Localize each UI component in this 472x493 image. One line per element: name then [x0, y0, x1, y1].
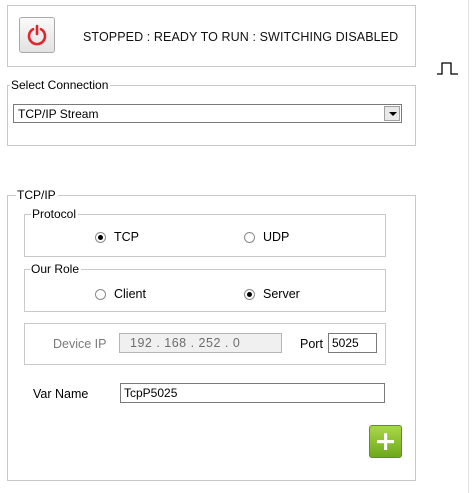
radio-server[interactable]: Server [244, 287, 300, 301]
radio-udp[interactable]: UDP [244, 230, 289, 244]
role-group-label: Our Role [30, 262, 82, 276]
radio-client-label: Client [114, 287, 146, 301]
side-divider [468, 0, 469, 493]
status-text: STOPPED : READY TO RUN : SWITCHING DISAB… [83, 30, 399, 44]
var-name-field[interactable]: TcpP5025 [120, 383, 385, 403]
port-label: Port [300, 337, 323, 351]
radio-udp-label: UDP [263, 230, 290, 244]
var-name-label: Var Name [33, 387, 89, 401]
protocol-group-label: Protocol [31, 207, 79, 221]
port-field[interactable]: 5025 [328, 333, 377, 353]
connection-select[interactable]: TCP/IP Stream [13, 104, 402, 123]
add-button[interactable]: + [369, 425, 402, 458]
connection-select-value: TCP/IP Stream [18, 107, 99, 121]
power-icon [27, 24, 47, 46]
radio-server-label: Server [263, 287, 300, 301]
tcpip-group-label: TCP/IP [16, 188, 58, 202]
select-connection-label: Select Connection [10, 78, 111, 92]
radio-button-checked[interactable] [95, 231, 106, 243]
radio-tcp-label: TCP [114, 230, 139, 244]
chevron-down-icon[interactable] [384, 106, 400, 121]
radio-button-checked[interactable] [244, 288, 255, 300]
plus-icon: + [374, 426, 397, 457]
role-group: Our Role [24, 262, 386, 312]
pulse-icon[interactable] [436, 60, 460, 76]
status-panel: STOPPED : READY TO RUN : SWITCHING DISAB… [7, 5, 416, 67]
device-ip-field[interactable]: 192 . 168 . 252 . 0 [119, 333, 282, 353]
radio-button[interactable] [95, 288, 106, 300]
radio-tcp[interactable]: TCP [95, 230, 139, 244]
power-button[interactable] [19, 17, 55, 53]
radio-button[interactable] [244, 231, 255, 243]
device-ip-label: Device IP [53, 337, 107, 351]
radio-client[interactable]: Client [95, 287, 146, 301]
protocol-group: Protocol [24, 207, 386, 257]
